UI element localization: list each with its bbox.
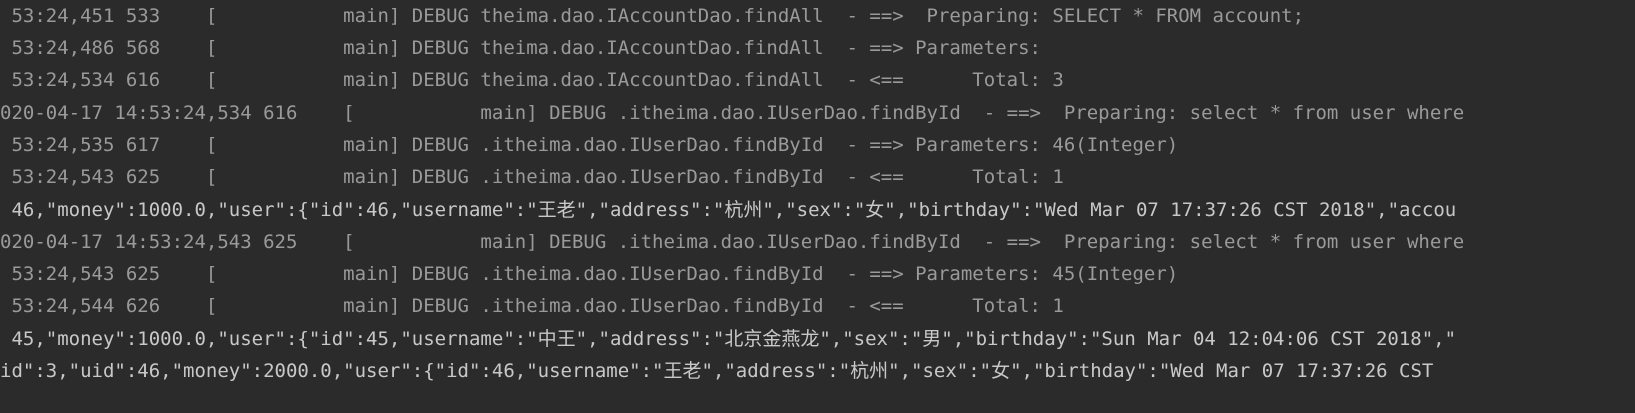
console-output[interactable]: 53:24,451 533 [ main] DEBUG theima.dao.I… <box>0 0 1635 413</box>
log-line: 53:24,543 625 [ main] DEBUG .itheima.dao… <box>0 166 1064 188</box>
log-line: 020-04-17 14:53:24,534 616 [ main] DEBUG… <box>0 102 1465 124</box>
log-line: 53:24,534 616 [ main] DEBUG theima.dao.I… <box>0 69 1064 91</box>
log-line: 53:24,543 625 [ main] DEBUG .itheima.dao… <box>0 263 1179 285</box>
log-line: 53:24,486 568 [ main] DEBUG theima.dao.I… <box>0 37 1053 59</box>
output-line: 45,"money":1000.0,"user":{"id":45,"usern… <box>0 328 1457 350</box>
log-line: 53:24,535 617 [ main] DEBUG .itheima.dao… <box>0 134 1179 156</box>
output-line: 46,"money":1000.0,"user":{"id":46,"usern… <box>0 199 1457 221</box>
output-line: id":3,"uid":46,"money":2000.0,"user":{"i… <box>0 360 1434 382</box>
log-line: 020-04-17 14:53:24,543 625 [ main] DEBUG… <box>0 231 1465 253</box>
log-line: 53:24,544 626 [ main] DEBUG .itheima.dao… <box>0 295 1064 317</box>
log-line: 53:24,451 533 [ main] DEBUG theima.dao.I… <box>0 5 1305 27</box>
